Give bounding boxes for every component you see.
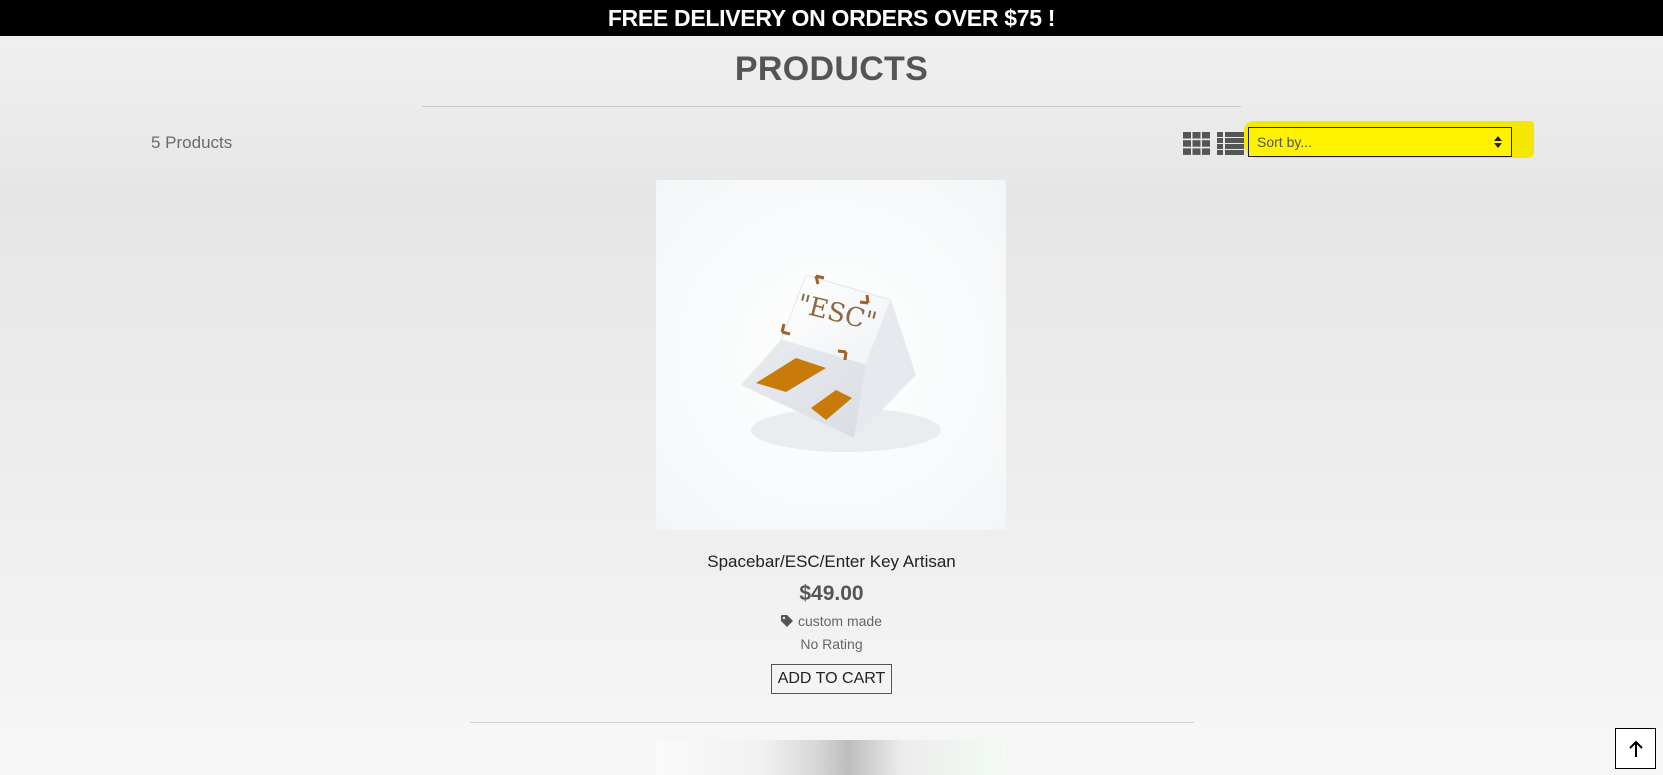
tag-icon	[780, 615, 793, 627]
list-view-icon[interactable]	[1217, 132, 1244, 155]
product-image[interactable]: "ESC"	[656, 180, 1006, 530]
add-to-cart-button[interactable]: ADD TO CART	[771, 664, 892, 694]
sort-arrows-icon	[1494, 136, 1502, 148]
next-product-image[interactable]	[656, 740, 1006, 775]
product-price: $49.00	[799, 582, 864, 605]
title-divider	[422, 106, 1241, 107]
product-divider	[470, 722, 1194, 723]
sort-select[interactable]: Sort by...	[1248, 127, 1512, 157]
keycap-illustration: "ESC"	[656, 180, 1006, 530]
back-to-top-button[interactable]	[1615, 728, 1656, 769]
grid-view-icon[interactable]	[1183, 132, 1210, 155]
product-tag-label[interactable]: custom made	[798, 613, 882, 629]
sort-placeholder: Sort by...	[1257, 134, 1312, 150]
product-name[interactable]: Spacebar/ESC/Enter Key Artisan	[0, 552, 1663, 572]
product-rating: No Rating	[800, 636, 863, 652]
arrow-up-icon	[1628, 740, 1643, 757]
page-title: PRODUCTS	[734, 50, 929, 88]
promo-banner: FREE DELIVERY ON ORDERS OVER $75 !	[0, 0, 1663, 36]
product-count: 5 Products	[151, 133, 233, 152]
product-tag: custom made	[0, 613, 1663, 629]
promo-text: FREE DELIVERY ON ORDERS OVER $75 !	[607, 4, 1056, 31]
